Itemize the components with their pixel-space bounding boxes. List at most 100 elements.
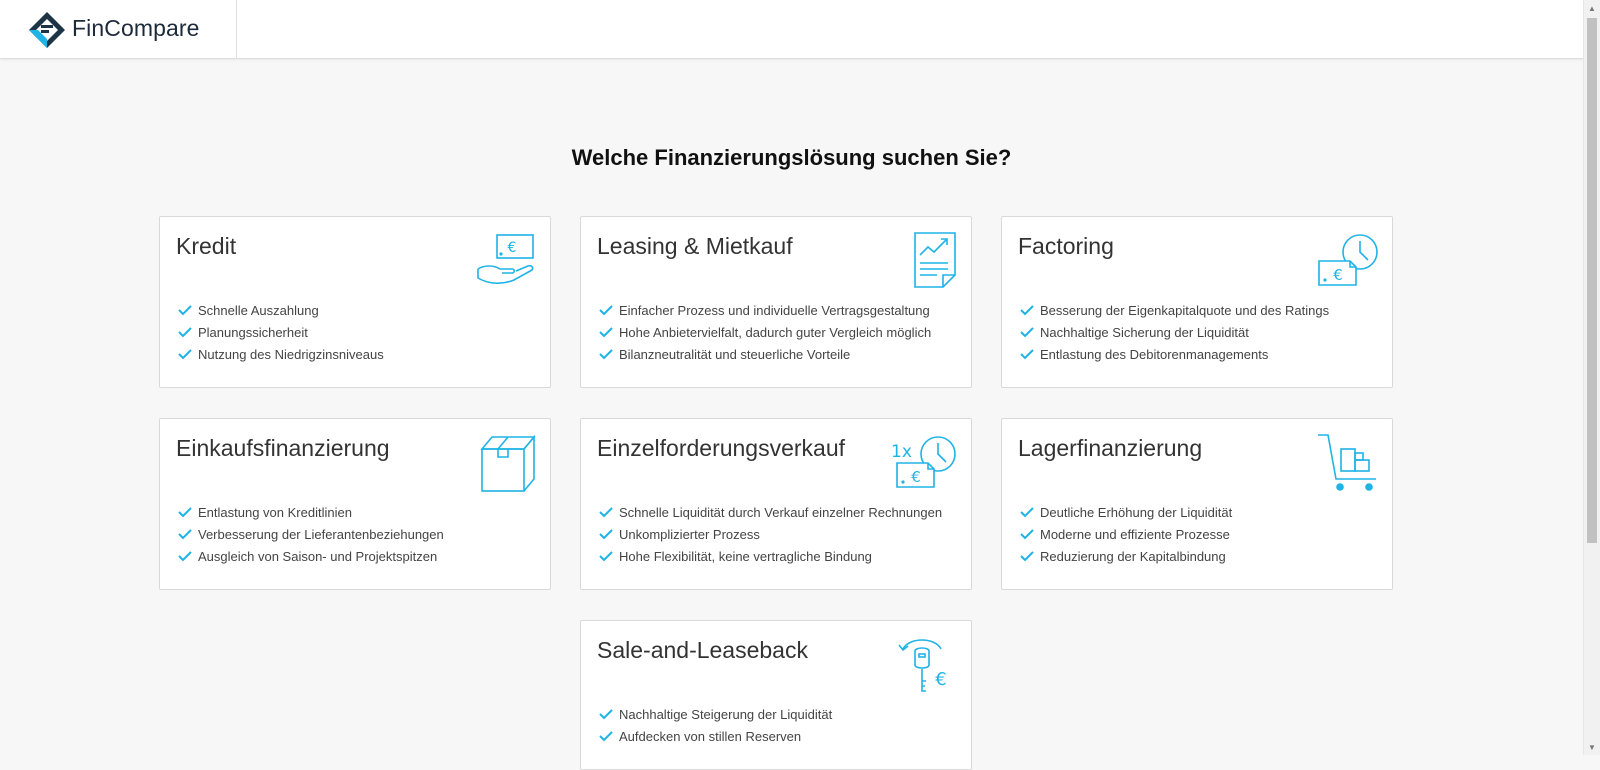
check-icon xyxy=(178,551,192,562)
check-icon xyxy=(599,529,613,540)
benefit-text: Schnelle Auszahlung xyxy=(198,302,319,318)
hand-money-icon: € xyxy=(477,234,534,284)
benefit-item: Entlastung des Debitorenmanagements xyxy=(1020,343,1329,365)
top-bar: FinCompare xyxy=(0,0,1583,59)
svg-text:€: € xyxy=(508,240,517,256)
card-title: Factoring xyxy=(1018,233,1114,259)
benefit-text: Reduzierung der Kapitalbindung xyxy=(1040,548,1226,564)
benefit-text: Entlastung von Kreditlinien xyxy=(198,504,352,520)
card-title: Sale-and-Leaseback xyxy=(597,637,808,663)
check-icon xyxy=(1020,349,1034,360)
benefit-list: Entlastung von Kreditlinien Verbesserung… xyxy=(178,501,444,567)
check-icon xyxy=(599,731,613,742)
check-icon xyxy=(599,327,613,338)
benefit-text: Ausgleich von Saison- und Projektspitzen xyxy=(198,548,438,564)
benefit-text: Moderne und effiziente Prozesse xyxy=(1040,526,1230,542)
svg-text:1x: 1x xyxy=(891,442,912,462)
single-invoice-clock-icon: 1x € xyxy=(891,436,956,488)
fincompare-logo-icon xyxy=(29,12,65,48)
check-icon xyxy=(178,529,192,540)
cart-boxes-icon xyxy=(1318,434,1376,491)
benefit-item: Nutzung des Niedrigzinsniveaus xyxy=(178,343,384,365)
check-icon xyxy=(1020,551,1034,562)
benefit-item: Nachhaltige Sicherung der Liquidität xyxy=(1020,321,1329,343)
benefit-text: Entlastung des Debitorenmanagements xyxy=(1040,346,1269,362)
benefit-item: Entlastung von Kreditlinien xyxy=(178,501,444,523)
card-leasing-mietkauf[interactable]: Leasing & Mietkauf Einfacher Prozess und… xyxy=(580,216,972,388)
benefit-list: Einfacher Prozess und individuelle Vertr… xyxy=(599,299,931,365)
scroll-up-arrow-icon[interactable]: ▲ xyxy=(1584,0,1600,16)
benefit-list: Nachhaltige Steigerung der Liquidität Au… xyxy=(599,703,832,747)
benefit-text: Hohe Flexibilität, keine vertragliche Bi… xyxy=(619,548,872,564)
benefit-item: Reduzierung der Kapitalbindung xyxy=(1020,545,1232,567)
check-icon xyxy=(1020,507,1034,518)
check-icon xyxy=(1020,305,1034,316)
benefit-item: Schnelle Liquidität durch Verkauf einzel… xyxy=(599,501,942,523)
card-title: Einkaufsfinanzierung xyxy=(176,435,390,461)
check-icon xyxy=(599,709,613,720)
card-lagerfinanzierung[interactable]: Lagerfinanzierung Deutliche Erhöhung der… xyxy=(1001,418,1393,590)
benefit-list: Besserung der Eigenkapitalquote und des … xyxy=(1020,299,1329,365)
chart-document-icon xyxy=(914,232,956,288)
key-euro-icon: € xyxy=(898,639,947,692)
benefit-item: Einfacher Prozess und individuelle Vertr… xyxy=(599,299,931,321)
benefit-text: Deutliche Erhöhung der Liquidität xyxy=(1040,504,1233,520)
page-title: Welche Finanzierungslösung suchen Sie? xyxy=(571,145,1012,170)
benefit-item: Nachhaltige Steigerung der Liquidität xyxy=(599,703,832,725)
benefit-text: Einfacher Prozess und individuelle Vertr… xyxy=(619,302,930,318)
benefit-item: Bilanzneutralität und steuerliche Vortei… xyxy=(599,343,931,365)
invoice-clock-icon: € xyxy=(1318,234,1378,286)
benefit-text: Besserung der Eigenkapitalquote und des … xyxy=(1040,302,1330,318)
benefit-text: Aufdecken von stillen Reserven xyxy=(619,728,802,744)
benefit-item: Deutliche Erhöhung der Liquidität xyxy=(1020,501,1232,523)
benefit-item: Besserung der Eigenkapitalquote und des … xyxy=(1020,299,1329,321)
card-einkaufsfinanzierung[interactable]: Einkaufsfinanzierung Entlastung von Kred… xyxy=(159,418,551,590)
benefit-list: Schnelle Auszahlung Planungssicherheit N… xyxy=(178,299,384,365)
card-kredit[interactable]: Kredit € Schnelle Auszahlung Planungssic… xyxy=(159,216,551,388)
card-title: Einzelforderungsverkauf xyxy=(597,435,846,461)
benefit-text: Nutzung des Niedrigzinsniveaus xyxy=(198,346,384,362)
card-factoring[interactable]: Factoring € Besserung der Eigenkapitalqu… xyxy=(1001,216,1393,388)
check-icon xyxy=(178,305,192,316)
page-scrollbar[interactable]: ▲ ▼ xyxy=(1583,0,1600,755)
benefit-item: Moderne und effiziente Prozesse xyxy=(1020,523,1232,545)
svg-text:€: € xyxy=(1333,266,1343,284)
card-sale-and-leaseback[interactable]: Sale-and-Leaseback € Nachhaltige Steiger… xyxy=(580,620,972,770)
benefit-text: Hohe Anbietervielfalt, dadurch guter Ver… xyxy=(619,324,932,340)
benefit-item: Ausgleich von Saison- und Projektspitzen xyxy=(178,545,444,567)
benefit-list: Deutliche Erhöhung der Liquidität Modern… xyxy=(1020,501,1232,567)
card-title: Kredit xyxy=(176,233,237,259)
benefit-text: Nachhaltige Sicherung der Liquidität xyxy=(1040,324,1249,340)
check-icon xyxy=(599,305,613,316)
box-icon xyxy=(480,434,536,492)
scrollbar-thumb[interactable] xyxy=(1587,18,1597,543)
check-icon xyxy=(599,349,613,360)
check-icon xyxy=(1020,327,1034,338)
check-icon xyxy=(599,551,613,562)
benefit-text: Bilanzneutralität und steuerliche Vortei… xyxy=(619,346,851,362)
benefit-item: Schnelle Auszahlung xyxy=(178,299,384,321)
brand-logo-link[interactable]: FinCompare xyxy=(0,0,237,58)
benefit-text: Verbesserung der Lieferantenbeziehungen xyxy=(198,526,444,542)
card-title: Leasing & Mietkauf xyxy=(597,233,793,259)
benefit-item: Planungssicherheit xyxy=(178,321,384,343)
card-einzelforderungsverkauf[interactable]: Einzelforderungsverkauf 1x € Schnelle Li… xyxy=(580,418,972,590)
benefit-list: Schnelle Liquidität durch Verkauf einzel… xyxy=(599,501,942,567)
benefit-text: Planungssicherheit xyxy=(198,324,308,340)
check-icon xyxy=(178,327,192,338)
card-title: Lagerfinanzierung xyxy=(1018,435,1203,461)
check-icon xyxy=(599,507,613,518)
benefit-text: Unkomplizierter Prozess xyxy=(619,526,760,542)
benefit-item: Hohe Anbietervielfalt, dadurch guter Ver… xyxy=(599,321,931,343)
check-icon xyxy=(178,507,192,518)
scroll-down-arrow-icon[interactable]: ▼ xyxy=(1584,739,1600,755)
brand-name: FinCompare xyxy=(72,15,200,41)
benefit-text: Schnelle Liquidität durch Verkauf einzel… xyxy=(619,504,943,520)
svg-text:€: € xyxy=(911,468,921,486)
benefit-item: Aufdecken von stillen Reserven xyxy=(599,725,832,747)
svg-text:€: € xyxy=(935,669,946,690)
benefit-text: Nachhaltige Steigerung der Liquidität xyxy=(619,706,833,722)
check-icon xyxy=(178,349,192,360)
benefit-item: Verbesserung der Lieferantenbeziehungen xyxy=(178,523,444,545)
benefit-item: Unkomplizierter Prozess xyxy=(599,523,942,545)
